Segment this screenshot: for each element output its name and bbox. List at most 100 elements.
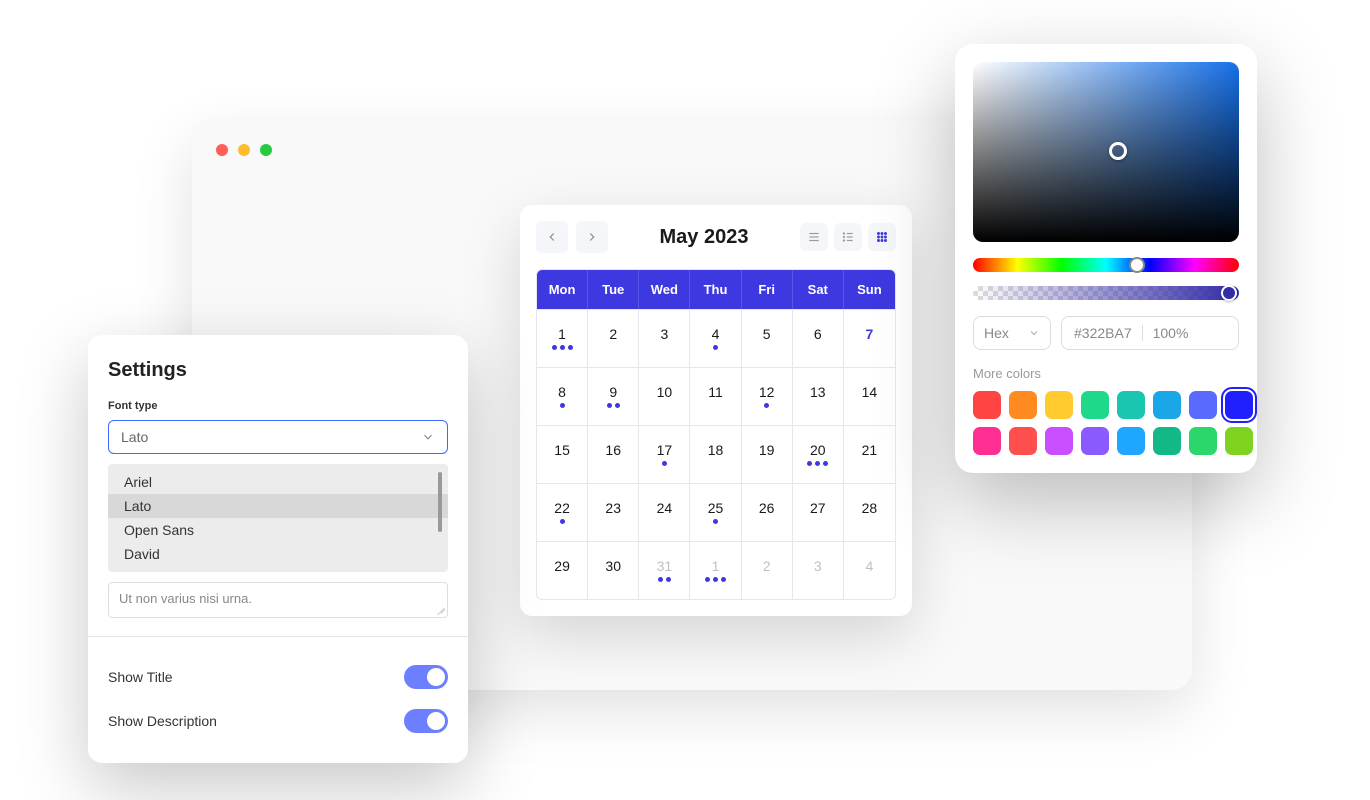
calendar-day[interactable]: 10 (639, 367, 690, 425)
hex-input[interactable]: #322BA7 100% (1061, 316, 1239, 350)
calendar-title: May 2023 (618, 226, 790, 249)
close-window-button[interactable] (216, 144, 228, 156)
font-option[interactable]: David (108, 542, 448, 566)
calendar-day[interactable]: 29 (537, 541, 588, 599)
color-format-select[interactable]: Hex (973, 316, 1051, 350)
calendar-day[interactable]: 4 (844, 541, 895, 599)
font-option[interactable]: Ariel (108, 470, 448, 494)
chevron-down-icon (421, 430, 435, 444)
font-option[interactable]: Lato (108, 494, 448, 518)
calendar-day[interactable]: 23 (588, 483, 639, 541)
font-type-label: Font type (108, 400, 448, 412)
prev-month-button[interactable] (536, 221, 568, 253)
event-dot-icon (807, 461, 812, 466)
calendar-day[interactable]: 5 (742, 309, 793, 367)
color-swatch[interactable] (1117, 391, 1145, 419)
color-swatch[interactable] (1153, 427, 1181, 455)
calendar-day[interactable]: 3 (793, 541, 844, 599)
swatch-grid (973, 391, 1239, 455)
show-title-label: Show Title (108, 669, 173, 685)
calendar-day[interactable]: 1 (690, 541, 741, 599)
calendar-day[interactable]: 17 (639, 425, 690, 483)
calendar-day[interactable]: 19 (742, 425, 793, 483)
font-option[interactable]: Open Sans (108, 518, 448, 542)
calendar-day[interactable]: 21 (844, 425, 895, 483)
font-type-select[interactable]: Lato (108, 420, 448, 454)
resize-handle-icon[interactable] (435, 605, 445, 615)
color-swatch[interactable] (1045, 427, 1073, 455)
event-dot-icon (560, 345, 565, 350)
separator (1142, 325, 1143, 341)
color-swatch[interactable] (1081, 391, 1109, 419)
weekday-header: Mon (537, 270, 588, 309)
calendar-day[interactable]: 13 (793, 367, 844, 425)
calendar-day[interactable]: 7 (844, 309, 895, 367)
color-swatch[interactable] (1225, 427, 1253, 455)
calendar-day[interactable]: 31 (639, 541, 690, 599)
calendar-day[interactable]: 28 (844, 483, 895, 541)
calendar-day[interactable]: 14 (844, 367, 895, 425)
weekday-header: Tue (588, 270, 639, 309)
calendar-day[interactable]: 9 (588, 367, 639, 425)
hue-handle[interactable] (1129, 257, 1145, 273)
description-textarea[interactable]: Ut non varius nisi urna. (108, 582, 448, 618)
color-swatch[interactable] (1153, 391, 1181, 419)
alpha-slider[interactable] (973, 286, 1239, 300)
color-swatch[interactable] (1117, 427, 1145, 455)
show-description-toggle[interactable] (404, 709, 448, 733)
calendar-day[interactable]: 16 (588, 425, 639, 483)
maximize-window-button[interactable] (260, 144, 272, 156)
color-swatch[interactable] (1009, 391, 1037, 419)
event-dot-icon (713, 345, 718, 350)
view-grid-button[interactable] (868, 223, 896, 251)
calendar-day[interactable]: 15 (537, 425, 588, 483)
event-dot-icon (713, 519, 718, 524)
sv-handle[interactable] (1109, 142, 1127, 160)
calendar-day[interactable]: 27 (793, 483, 844, 541)
event-dot-icon (721, 577, 726, 582)
weekday-header: Wed (639, 270, 690, 309)
saturation-value-area[interactable] (973, 62, 1239, 242)
color-swatch[interactable] (973, 391, 1001, 419)
color-swatch[interactable] (1225, 391, 1253, 419)
show-description-row: Show Description (108, 699, 448, 743)
color-swatch[interactable] (1189, 391, 1217, 419)
calendar-day[interactable]: 20 (793, 425, 844, 483)
next-month-button[interactable] (576, 221, 608, 253)
color-swatch[interactable] (973, 427, 1001, 455)
calendar-day[interactable]: 18 (690, 425, 741, 483)
calendar-day[interactable]: 2 (742, 541, 793, 599)
event-dot-icon (658, 577, 663, 582)
color-swatch[interactable] (1009, 427, 1037, 455)
calendar-day[interactable]: 4 (690, 309, 741, 367)
view-agenda-button[interactable] (834, 223, 862, 251)
minimize-window-button[interactable] (238, 144, 250, 156)
weekday-header: Fri (742, 270, 793, 309)
color-swatch[interactable] (1189, 427, 1217, 455)
event-dot-icon (560, 403, 565, 408)
calendar-day[interactable]: 3 (639, 309, 690, 367)
calendar-day[interactable]: 6 (793, 309, 844, 367)
hue-slider[interactable] (973, 258, 1239, 272)
event-dot-icon (568, 345, 573, 350)
calendar-day[interactable]: 1 (537, 309, 588, 367)
view-list-button[interactable] (800, 223, 828, 251)
calendar-day[interactable]: 22 (537, 483, 588, 541)
calendar-day[interactable]: 25 (690, 483, 741, 541)
calendar-day[interactable]: 12 (742, 367, 793, 425)
traffic-lights (216, 144, 272, 156)
calendar-day[interactable]: 24 (639, 483, 690, 541)
font-dropdown: ArielLatoOpen SansDavid (108, 464, 448, 572)
calendar-day[interactable]: 11 (690, 367, 741, 425)
calendar-day[interactable]: 26 (742, 483, 793, 541)
alpha-handle[interactable] (1221, 285, 1237, 301)
calendar-day[interactable]: 8 (537, 367, 588, 425)
dropdown-scrollbar[interactable] (438, 472, 442, 532)
color-swatch[interactable] (1045, 391, 1073, 419)
weekday-header: Sun (844, 270, 895, 309)
event-dot-icon (615, 403, 620, 408)
color-swatch[interactable] (1081, 427, 1109, 455)
show-title-toggle[interactable] (404, 665, 448, 689)
calendar-day[interactable]: 30 (588, 541, 639, 599)
calendar-day[interactable]: 2 (588, 309, 639, 367)
